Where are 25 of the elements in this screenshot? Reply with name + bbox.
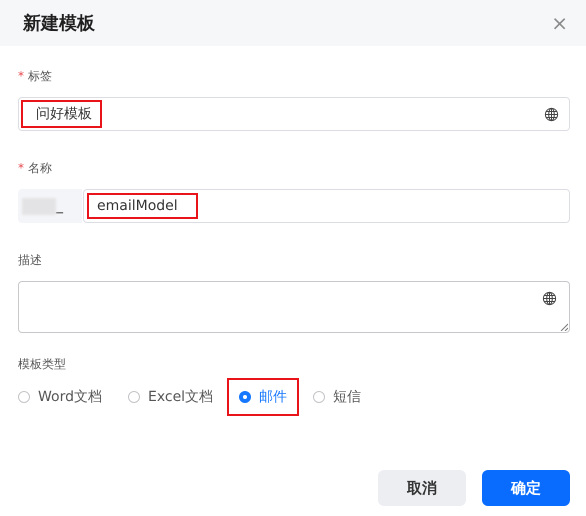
- input-value: 问好模板: [21, 100, 102, 128]
- field-label: 名称: [28, 160, 52, 176]
- required-asterisk: *: [18, 69, 24, 83]
- field-label: 描述: [18, 252, 42, 268]
- field-label: 模板类型: [18, 356, 66, 372]
- cancel-button[interactable]: 取消: [378, 470, 466, 506]
- radio-option[interactable]: Excel文档: [116, 378, 226, 416]
- globe-icon[interactable]: [542, 291, 557, 306]
- required-asterisk: *: [18, 161, 24, 175]
- radio-icon[interactable]: [313, 391, 326, 403]
- prefix-text: _: [56, 198, 63, 214]
- radio-option[interactable]: 短信: [301, 378, 374, 416]
- input-value: emailModel: [87, 193, 198, 219]
- radio-icon[interactable]: [18, 391, 30, 403]
- radio-icon[interactable]: [128, 391, 140, 403]
- label-input[interactable]: 问好模板: [18, 97, 570, 131]
- radio-icon[interactable]: [239, 391, 252, 403]
- globe-icon[interactable]: [544, 106, 559, 122]
- resize-handle-icon[interactable]: [560, 323, 568, 331]
- dialog-title: 新建模板: [23, 12, 95, 35]
- confirm-button[interactable]: 确定: [482, 470, 570, 506]
- name-input[interactable]: emailModel: [83, 189, 570, 223]
- radio-option[interactable]: Word文档: [6, 378, 114, 416]
- radio-option[interactable]: 邮件: [227, 378, 300, 416]
- field-label: 标签: [28, 68, 52, 84]
